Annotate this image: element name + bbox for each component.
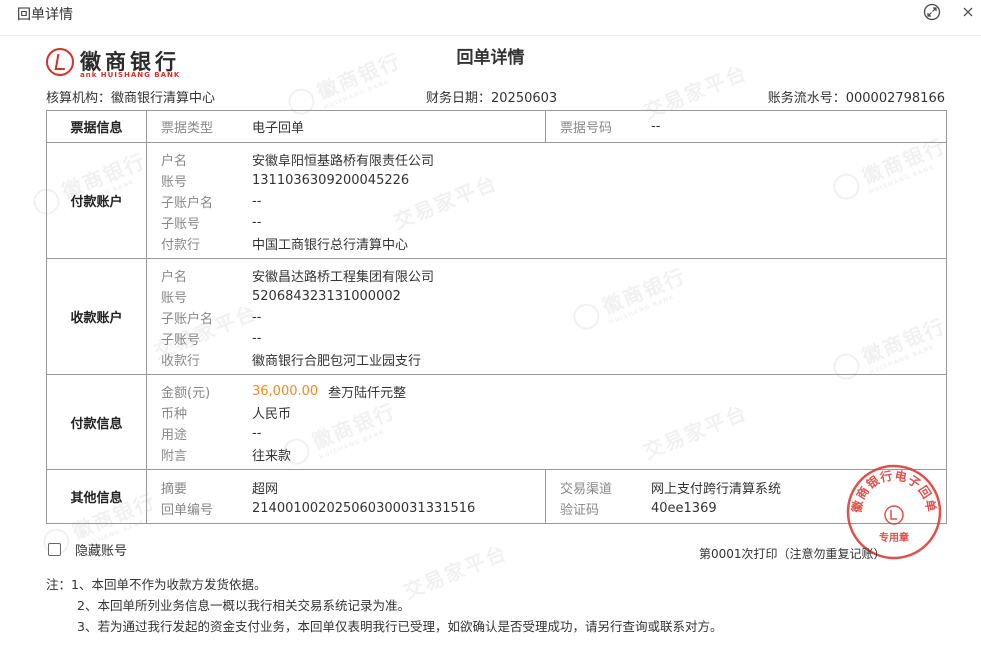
payer-sub-account-name: 子账户名 -- (161, 194, 262, 211)
receipt-table: 票据信息 票据类型 电子回单 票据号码 -- 付款账户 户名 安徽阜阳恒基路桥有限… (46, 110, 947, 524)
accounting-org: 核算机构：徽商银行清算中心 (46, 91, 216, 106)
payer-sub-account-no: 子账号 -- (161, 215, 262, 232)
note-1: 注：1、本回单不作为收款方发货依据。 (46, 577, 267, 592)
stamp-sub-text: 专用章 (879, 531, 909, 544)
bill-type-label: 票据类型 (161, 121, 214, 136)
payee-sub-account-no: 子账号 -- (161, 331, 262, 348)
stamp-text: 徽商银行电子回单 (848, 468, 938, 515)
bill-info-row: 票据信息 票据类型 电子回单 票据号码 -- (46, 110, 947, 143)
financial-date: 财务日期：20250603 (426, 91, 558, 106)
payee-account-no: 账号 520684323131000002 (161, 289, 401, 306)
notes: 注：1、本回单不作为收款方发货依据。 2、本回单所列业务信息一概以我行相关交易系… (46, 574, 722, 637)
amount-value: 36,000.00 (252, 384, 319, 399)
section-label-payer: 付款账户 (46, 142, 147, 259)
svg-text:徽商银行电子回单: 徽商银行电子回单 (848, 468, 939, 515)
payer-name: 户名 安徽阜阳恒基路桥有限责任公司 (161, 154, 435, 169)
amount-line: 金额(元) 36,000.00 叁万陆仟元整 (161, 381, 932, 402)
amount-in-words: 叁万陆仟元整 (328, 386, 407, 401)
section-label-payment: 付款信息 (46, 374, 147, 470)
hide-account-label: 隐藏账号 (75, 544, 128, 559)
checkbox-icon[interactable] (48, 543, 61, 556)
title-bar: 回单详情 (0, 0, 981, 36)
document-title: 回单详情 (456, 48, 525, 68)
payee-bank: 收款行 徽商银行合肥包河工业园支行 (161, 354, 422, 369)
payer-account-no: 账号 1311036309200045226 (161, 173, 410, 190)
section-label-payee: 收款账户 (46, 258, 147, 375)
bank-name-en: ank HUISHANG BANK (80, 71, 181, 79)
currency-line: 币种 人民币 (161, 407, 292, 422)
hide-account-checkbox[interactable]: 隐藏账号 (48, 540, 127, 559)
close-icon[interactable] (958, 2, 978, 22)
payment-info-row: 付款信息 金额(元) 36,000.00 叁万陆仟元整 币种 人民币 用途 -- 附… (46, 374, 947, 470)
bill-no-label: 票据号码 (560, 121, 613, 136)
payee-sub-account-name: 子账户名 -- (161, 310, 262, 327)
window-title: 回单详情 (17, 7, 73, 23)
payee-name: 户名 安徽昌达路桥工程集团有限公司 (161, 270, 435, 285)
payee-account-row: 收款账户 户名 安徽昌达路桥工程集团有限公司 账号 5206843231310000… (46, 258, 947, 375)
receipt-no-line: 回单编号 214001002025060300031331516 (161, 500, 476, 518)
note-3: 3、若为通过我行发起的资金支付业务，本回单仅表明我行已受理，如欲确认是否受理成功… (77, 619, 723, 634)
bill-type-value: 电子回单 (252, 121, 305, 136)
purpose-line: 用途 -- (161, 426, 262, 443)
summary-line: 摘要 超网 (161, 481, 279, 497)
section-label-bill: 票据信息 (46, 110, 147, 143)
print-count-info: 第0001次打印（注意勿重复记账） (699, 547, 886, 561)
bill-no-value: -- (651, 119, 661, 134)
other-info-row: 其他信息 摘要 超网 回单编号 21400100202506030003133151… (46, 469, 947, 524)
payer-account-row: 付款账户 户名 安徽阜阳恒基路桥有限责任公司 账号 1311036309200045… (46, 142, 947, 259)
note-2: 2、本回单所列业务信息一概以我行相关交易系统记录为准。 (77, 598, 410, 613)
amount-label: 金额(元) (161, 386, 211, 401)
section-label-other: 其他信息 (46, 469, 147, 524)
serial-number: 账务流水号：000002798166 (767, 91, 945, 106)
remark-line: 附言 往来款 (161, 449, 292, 464)
payer-bank: 付款行 中国工商银行总行清算中心 (161, 238, 409, 253)
expand-icon[interactable] (922, 2, 942, 22)
